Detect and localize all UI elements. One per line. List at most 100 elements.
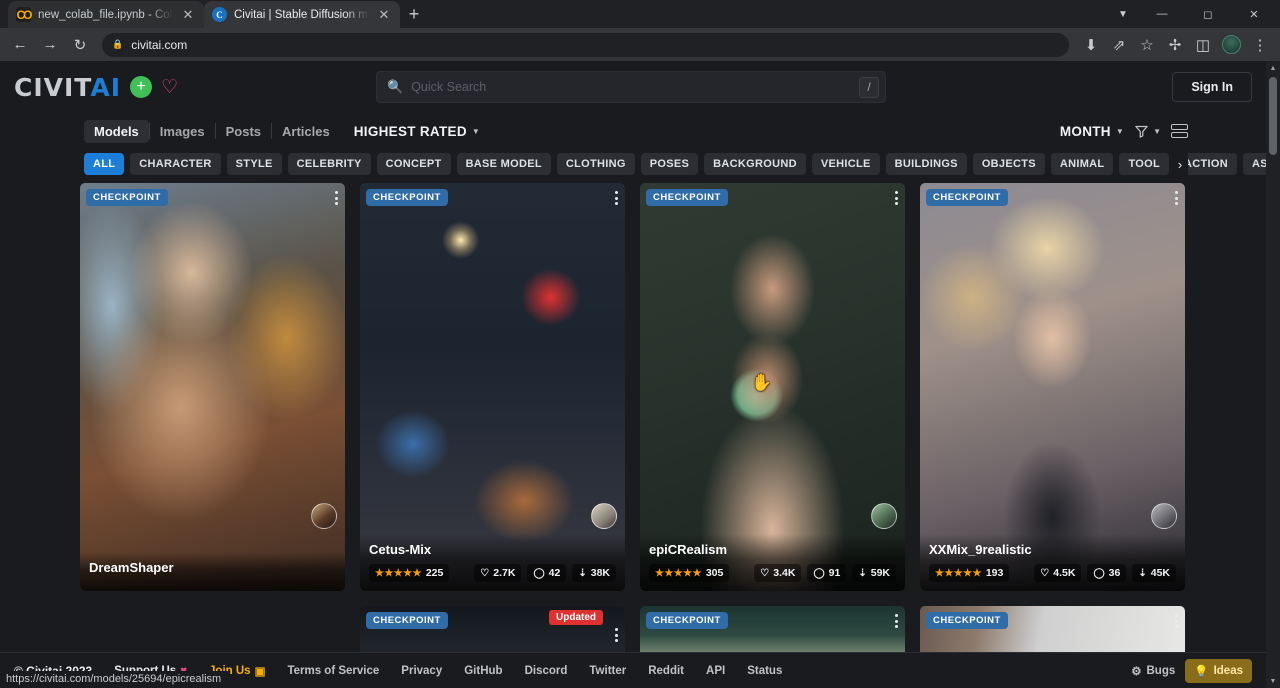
chip-all[interactable]: ALL — [84, 153, 124, 175]
close-window-button[interactable]: ✕ — [1232, 0, 1276, 28]
model-title: XXMix_9realistic — [929, 542, 1176, 557]
tab-title: Civitai | Stable Diffusion models, — [234, 9, 369, 21]
chip-character[interactable]: CHARACTER — [130, 153, 220, 175]
search-shortcut-key: / — [859, 77, 879, 98]
card-menu-icon[interactable] — [895, 614, 898, 628]
scroll-down-icon[interactable]: ▼ — [1266, 674, 1280, 688]
tab-models[interactable]: Models — [84, 120, 149, 143]
forward-icon[interactable]: → — [36, 31, 64, 59]
sign-in-button[interactable]: Sign In — [1172, 72, 1252, 102]
card-menu-icon[interactable] — [335, 191, 338, 205]
footer-link-status[interactable]: Status — [747, 665, 782, 677]
sort-dropdown[interactable]: HIGHEST RATED ▼ — [354, 124, 480, 139]
chip-animal[interactable]: ANIMAL — [1051, 153, 1114, 175]
filter-button[interactable]: ▼ — [1134, 124, 1161, 139]
new-tab-button[interactable]: + — [400, 0, 428, 28]
tab-images[interactable]: Images — [150, 120, 215, 143]
model-card[interactable]: CHECKPOINT epiCRealism ★★★★★ 305 ♡ — [640, 183, 905, 591]
star-rating-icon: ★★★★★ — [655, 568, 702, 579]
chip-buildings[interactable]: BUILDINGS — [886, 153, 967, 175]
model-title: Cetus-Mix — [369, 542, 616, 557]
card-menu-icon[interactable] — [615, 628, 618, 642]
footer-link-terms[interactable]: Terms of Service — [287, 665, 379, 677]
category-chip-row: ALL CHARACTER STYLE CELEBRITY CONCEPT BA… — [0, 149, 1266, 179]
card-menu-icon[interactable] — [1175, 614, 1178, 628]
footer-link-privacy[interactable]: Privacy — [401, 665, 442, 677]
chip-style[interactable]: STYLE — [227, 153, 282, 175]
footer-link-discord[interactable]: Discord — [525, 665, 568, 677]
period-dropdown[interactable]: MONTH ▼ — [1060, 124, 1124, 139]
chip-clothing[interactable]: CLOTHING — [557, 153, 635, 175]
chip-concept[interactable]: CONCEPT — [377, 153, 451, 175]
model-type-badge: CHECKPOINT — [366, 189, 448, 206]
avatar[interactable] — [591, 503, 617, 529]
browser-toolbar: ← → ↻ 🔒 civitai.com ⬇ ⇗ ☆ ✢ ◫ ⋮ — [0, 28, 1280, 61]
bugs-label: Bugs — [1147, 665, 1176, 677]
browser-tab-colab[interactable]: CO new_colab_file.ipynb - Colaborator ✕ — [8, 1, 204, 28]
close-icon[interactable]: ✕ — [180, 7, 196, 23]
address-bar[interactable]: 🔒 civitai.com — [102, 33, 1069, 57]
nav-row: Models Images Posts Articles HIGHEST RAT… — [0, 113, 1266, 149]
rating-pill: ★★★★★ 305 — [649, 564, 729, 582]
lock-icon: 🔒 — [112, 39, 123, 50]
card-menu-icon[interactable] — [1175, 191, 1178, 205]
model-type-badge: CHECKPOINT — [366, 612, 448, 629]
footer-link-reddit[interactable]: Reddit — [648, 665, 684, 677]
avatar[interactable] — [1151, 503, 1177, 529]
bookmark-star-icon[interactable]: ☆ — [1133, 31, 1161, 59]
minimize-button[interactable]: — — [1140, 0, 1184, 28]
tab-posts[interactable]: Posts — [216, 120, 271, 143]
install-icon[interactable]: ⬇ — [1077, 31, 1105, 59]
chip-poses[interactable]: POSES — [641, 153, 698, 175]
chip-background[interactable]: BACKGROUND — [704, 153, 806, 175]
scroll-up-icon[interactable]: ▲ — [1266, 61, 1280, 75]
chrome-menu-icon[interactable]: ⋮ — [1246, 31, 1274, 59]
footer-link-github[interactable]: GitHub — [464, 665, 502, 677]
model-card[interactable]: CHECKPOINT Cetus-Mix ★★★★★ 225 ♡ — [360, 183, 625, 591]
chip-tool[interactable]: TOOL — [1119, 153, 1169, 175]
bugs-button[interactable]: ⚙ Bugs — [1131, 664, 1175, 678]
footer-link-api[interactable]: API — [706, 665, 725, 677]
card-stats: ★★★★★ 305 ♡ 3.4K ◯ 91 — [649, 564, 896, 582]
close-icon[interactable]: ✕ — [376, 7, 392, 23]
tab-articles[interactable]: Articles — [272, 120, 340, 143]
page-scrollbar[interactable]: ▲ ▼ — [1266, 61, 1280, 688]
chevron-right-icon[interactable]: › — [1172, 153, 1188, 175]
heart-icon[interactable]: ♡ — [161, 78, 178, 97]
ideas-button[interactable]: 💡 Ideas — [1185, 659, 1252, 683]
scrollbar-thumb[interactable] — [1269, 77, 1277, 155]
chip-objects[interactable]: OBJECTS — [973, 153, 1045, 175]
likes-pill: ♡ 4.5K — [1034, 564, 1081, 582]
filter-funnel-icon — [1134, 124, 1149, 139]
rating-pill: ★★★★★ 193 — [929, 564, 1009, 582]
extensions-puzzle-icon[interactable]: ✢ — [1161, 31, 1189, 59]
lightbulb-icon: 💡 — [1194, 664, 1208, 678]
card-menu-icon[interactable] — [615, 191, 618, 205]
card-menu-icon[interactable] — [895, 191, 898, 205]
downloads-pill: ⇣ 38K — [572, 564, 616, 582]
civitai-logo[interactable]: CIVITAI + ♡ — [14, 73, 178, 102]
avatar[interactable] — [311, 503, 337, 529]
chip-celebrity[interactable]: CELEBRITY — [288, 153, 371, 175]
tab-strip: CO new_colab_file.ipynb - Colaborator ✕ … — [0, 0, 1280, 28]
downloads-count: 45K — [1151, 567, 1170, 579]
heart-icon: ♡ — [480, 568, 489, 579]
layout-view-icon[interactable] — [1171, 124, 1188, 138]
back-icon[interactable]: ← — [6, 31, 34, 59]
chip-base-model[interactable]: BASE MODEL — [457, 153, 551, 175]
maximize-button[interactable]: ◻ — [1186, 0, 1230, 28]
search-input[interactable]: 🔍 Quick Search / — [376, 71, 886, 103]
footer-link-twitter[interactable]: Twitter — [589, 665, 626, 677]
model-card[interactable]: CHECKPOINT DreamShaper — [80, 183, 345, 591]
chip-assets[interactable]: ASSETS — [1243, 153, 1266, 175]
browser-tab-civitai[interactable]: C Civitai | Stable Diffusion models, ✕ — [204, 1, 400, 28]
tab-search-icon[interactable]: ▼ — [1108, 0, 1138, 28]
chip-vehicle[interactable]: VEHICLE — [812, 153, 880, 175]
share-icon[interactable]: ⇗ — [1105, 31, 1133, 59]
avatar[interactable] — [871, 503, 897, 529]
create-button[interactable]: + — [130, 76, 152, 98]
model-card[interactable]: CHECKPOINT XXMix_9realistic ★★★★★ 193 ♡ — [920, 183, 1185, 591]
side-panel-icon[interactable]: ◫ — [1189, 31, 1217, 59]
profile-avatar[interactable] — [1222, 35, 1241, 54]
reload-icon[interactable]: ↻ — [66, 31, 94, 59]
